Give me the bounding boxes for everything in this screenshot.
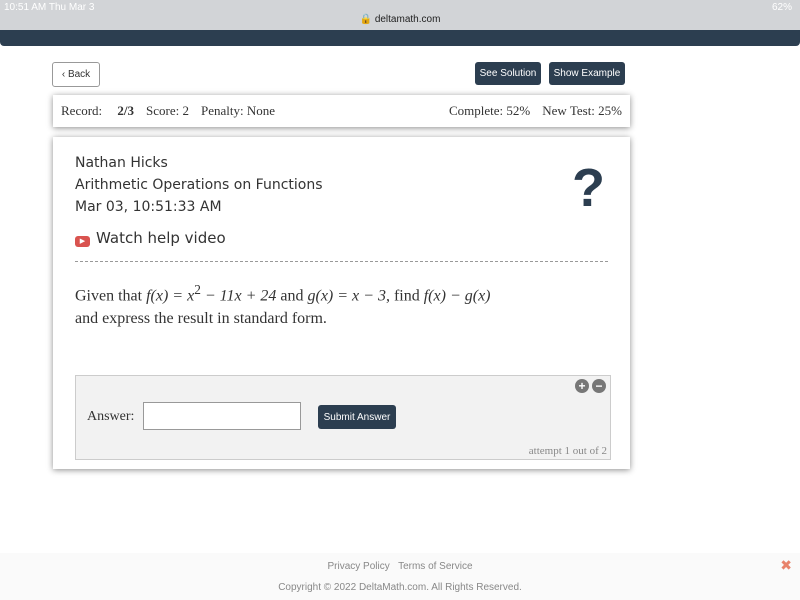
status-bar: 10:51 AM Thu Mar 3 🔒 deltamath.com 62% — [0, 0, 800, 30]
zoom-out-icon[interactable]: − — [592, 379, 606, 393]
complete: Complete: 52% — [449, 103, 531, 118]
battery-level: 62% — [771, 2, 792, 13]
answer-label: Answer: — [87, 409, 135, 424]
youtube-icon: ▶ — [75, 236, 90, 247]
penalty: Penalty: None — [201, 103, 276, 118]
record: Record: 2/3 — [61, 103, 134, 119]
question-mark-icon[interactable]: ? — [572, 157, 605, 219]
copyright: Copyright © 2022 DeltaMath.com. All Righ… — [278, 582, 522, 593]
back-button[interactable]: ‹ Back — [52, 62, 100, 87]
topic: Arithmetic Operations on Functions — [75, 177, 323, 193]
watch-help-video-link[interactable]: ▶ Watch help video — [75, 229, 226, 247]
record-label: Record: — [61, 103, 103, 118]
back-label: Back — [67, 69, 91, 80]
record-bar: Record: 2/3 Score: 2 Penalty: None Compl… — [53, 95, 630, 127]
see-solution-button[interactable]: See Solution — [475, 62, 541, 85]
privacy-policy-link[interactable]: Privacy Policy — [327, 561, 389, 572]
address-bar[interactable]: 🔒 deltamath.com — [0, 14, 800, 25]
answer-input[interactable] — [143, 402, 301, 430]
footer: Privacy Policy Terms of Service Copyrigh… — [0, 553, 800, 600]
submit-answer-button[interactable]: Submit Answer — [318, 405, 396, 429]
top-nav — [0, 30, 800, 46]
zoom-in-icon[interactable]: + — [575, 379, 589, 393]
answer-area: + − Answer: Submit Answer attempt 1 out … — [75, 375, 611, 460]
status-time: 10:51 AM Thu Mar 3 — [4, 2, 95, 13]
divider — [75, 261, 608, 262]
timestamp: Mar 03, 10:51:33 AM — [75, 199, 222, 215]
new-test: New Test: 25% — [542, 103, 622, 118]
record-value: 2/3 — [117, 103, 135, 118]
attempt-count: attempt 1 out of 2 — [528, 445, 607, 457]
question-text: Given that f(x) = x2 − 11x + 24 and g(x)… — [75, 282, 491, 328]
score: Score: 2 — [146, 103, 189, 118]
show-example-button[interactable]: Show Example — [549, 62, 625, 85]
url-text: deltamath.com — [374, 14, 441, 25]
close-icon[interactable]: ✖ — [780, 557, 792, 574]
terms-link[interactable]: Terms of Service — [398, 561, 472, 572]
student-name: Nathan Hicks — [75, 155, 168, 171]
help-label: Watch help video — [96, 229, 226, 247]
problem-card: Nathan Hicks Arithmetic Operations on Fu… — [53, 137, 630, 469]
